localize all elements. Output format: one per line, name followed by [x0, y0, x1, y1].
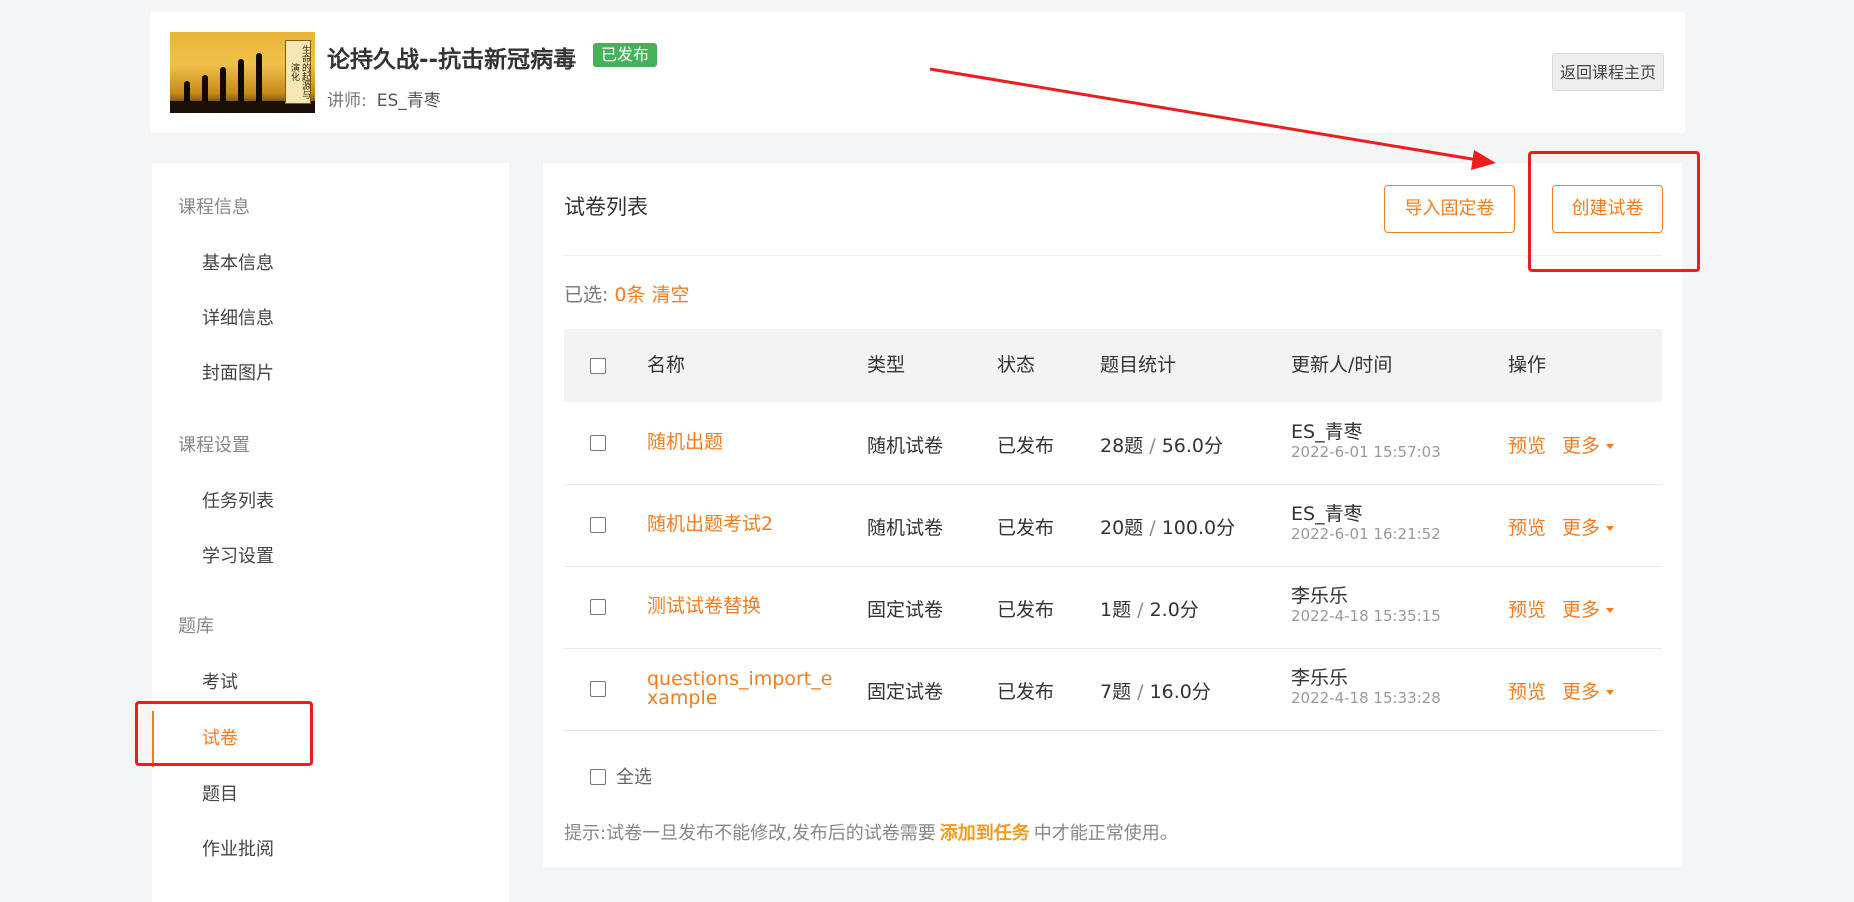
annotation-arrow-icon — [929, 67, 1496, 170]
